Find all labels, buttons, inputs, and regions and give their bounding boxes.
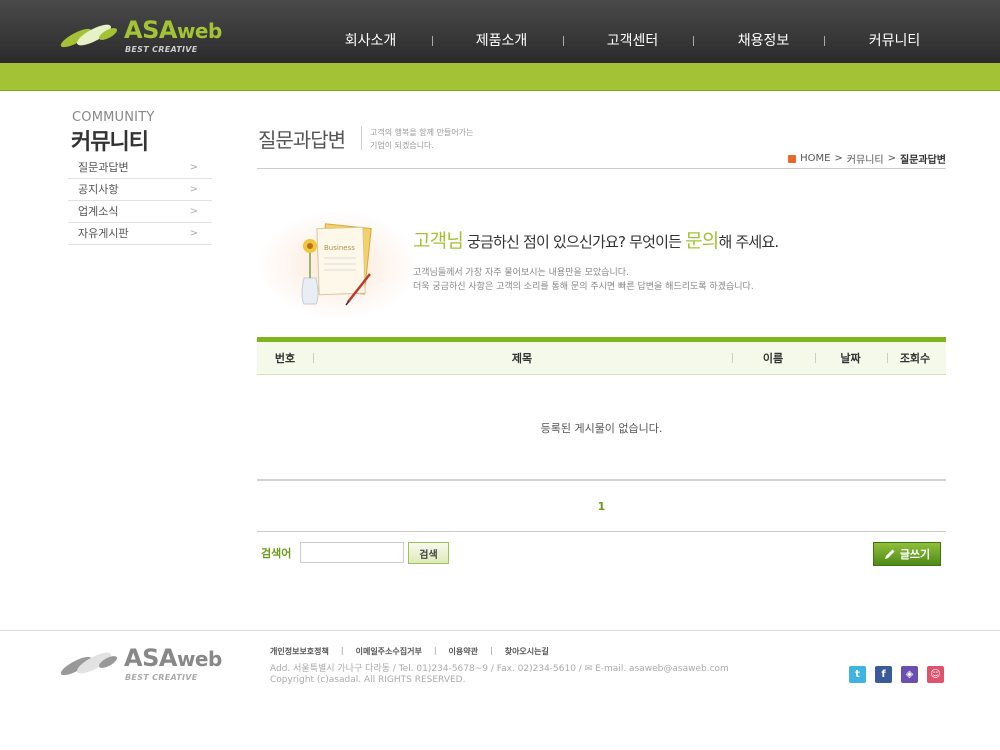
document-flower-illustration: Business — [301, 223, 372, 306]
sidebar-item-free-board[interactable]: 자유게시판 > — [68, 223, 212, 245]
footer-links: 개인정보보호정책 | 이메일주소수집거부 | 이용약관 | 찾아오시는길 — [270, 646, 549, 657]
breadcrumb-home[interactable]: HOME — [800, 153, 830, 164]
gnb-item-company[interactable]: 회사소개 — [305, 30, 436, 50]
gnb-item-support[interactable]: 고객센터 — [567, 30, 698, 50]
footer-link-directions[interactable]: 찾아오시는길 — [505, 646, 549, 657]
footer-link-email-refusal[interactable]: 이메일주소수집거부 — [356, 646, 422, 657]
lnb-title-en: COMMUNITY — [72, 110, 155, 125]
page-description: 고객의 행복을 함께 만들어가는 기업이 되겠습니다. — [370, 128, 474, 150]
page-title: 질문과답변 — [258, 128, 346, 152]
sidebar-item-qna[interactable]: 질문과답변 > — [68, 157, 212, 179]
sidebar-menu: 질문과답변 > 공지사항 > 업계소식 > 자유게시판 > — [68, 157, 212, 245]
sidebar-item-notice[interactable]: 공지사항 > — [68, 179, 212, 201]
home-icon — [788, 154, 797, 163]
title-underline — [257, 168, 946, 169]
empty-board-message: 등록된 게시물이 없습니다. — [540, 422, 663, 435]
breadcrumb-separator: > — [834, 153, 843, 164]
search-label: 검색어 — [261, 547, 292, 560]
footer-address: Add. 서울특별시 가나구 다라동 / Tel. 01)234-5678~9 … — [270, 664, 729, 674]
gnb-item-community[interactable]: 커뮤니티 — [829, 30, 960, 50]
column-name: 이름 — [762, 352, 784, 365]
breadcrumb-current: 질문과답변 — [900, 155, 946, 166]
write-button[interactable]: 글쓰기 — [873, 542, 941, 566]
logo-tagline: BEST CREATIVE — [125, 45, 198, 54]
intro-description: 고객님들께서 가장 자주 물어보시는 내용만을 모았습니다. 더욱 궁금하신 사… — [413, 268, 754, 292]
chevron-right-icon: > — [189, 162, 198, 173]
gnb-divider — [563, 36, 564, 46]
gnb-divider — [432, 36, 433, 46]
pencil-icon — [884, 549, 895, 559]
chevron-right-icon: > — [189, 184, 198, 195]
header-green-bar — [0, 63, 1000, 91]
breadcrumb-separator: > — [887, 153, 896, 164]
column-subject: 제목 — [511, 352, 533, 365]
intro-headline: 고객님 궁금하신 점이 있으신가요? 무엇이든 문의해 주세요. — [413, 230, 779, 252]
foursquare-icon[interactable]: ◈ — [901, 666, 918, 683]
chevron-right-icon: > — [189, 206, 198, 217]
svg-text:Business: Business — [324, 244, 355, 252]
logo-text: ASAweb — [124, 16, 222, 44]
leaf-logo-icon — [60, 652, 118, 676]
search-button[interactable]: 검색 — [408, 542, 449, 564]
footer-link-terms[interactable]: 이용약관 — [449, 646, 478, 657]
sns-links: t f ◈ ☺ — [849, 666, 944, 683]
pagination: 1 — [257, 500, 946, 513]
logo[interactable]: ASAweb BEST CREATIVE — [58, 14, 238, 58]
global-nav: 회사소개 제품소개 고객센터 채용정보 커뮤니티 — [305, 30, 960, 50]
sidebar-item-industry-news[interactable]: 업계소식 > — [68, 201, 212, 223]
footer-link-privacy[interactable]: 개인정보보호정책 — [270, 646, 329, 657]
breadcrumb: HOME > 커뮤니티 > 질문과답변 — [788, 151, 946, 166]
me2day-icon[interactable]: ☺ — [927, 666, 944, 683]
column-views: 조회수 — [899, 352, 931, 365]
gnb-divider — [824, 36, 825, 46]
leaf-logo-icon — [60, 24, 118, 48]
column-date: 날짜 — [840, 352, 861, 365]
page-number-current[interactable]: 1 — [598, 500, 606, 513]
twitter-icon[interactable]: t — [849, 666, 866, 683]
column-number: 번호 — [274, 352, 296, 365]
pagination-divider — [257, 531, 946, 532]
logo-tagline: BEST CREATIVE — [125, 673, 198, 682]
title-divider — [361, 126, 362, 150]
gnb-item-products[interactable]: 제품소개 — [436, 30, 567, 50]
footer-copyright: Copyright (c)asadal. All RIGHTS RESERVED… — [270, 675, 466, 685]
footer-logo: ASAweb BEST CREATIVE — [58, 642, 238, 686]
board-header: 번호 제목 이름 날짜 조회수 — [257, 342, 946, 375]
footer-divider — [0, 630, 1000, 631]
logo-text: ASAweb — [124, 644, 222, 672]
gnb-item-recruit[interactable]: 채용정보 — [698, 30, 829, 50]
chevron-right-icon: > — [189, 228, 198, 239]
lnb-title-ko: 커뮤니티 — [71, 130, 149, 155]
search-input[interactable] — [300, 542, 404, 563]
gnb-divider — [693, 36, 694, 46]
facebook-icon[interactable]: f — [875, 666, 892, 683]
board-bottom-border — [257, 479, 946, 481]
breadcrumb-level1[interactable]: 커뮤니티 — [847, 151, 884, 166]
